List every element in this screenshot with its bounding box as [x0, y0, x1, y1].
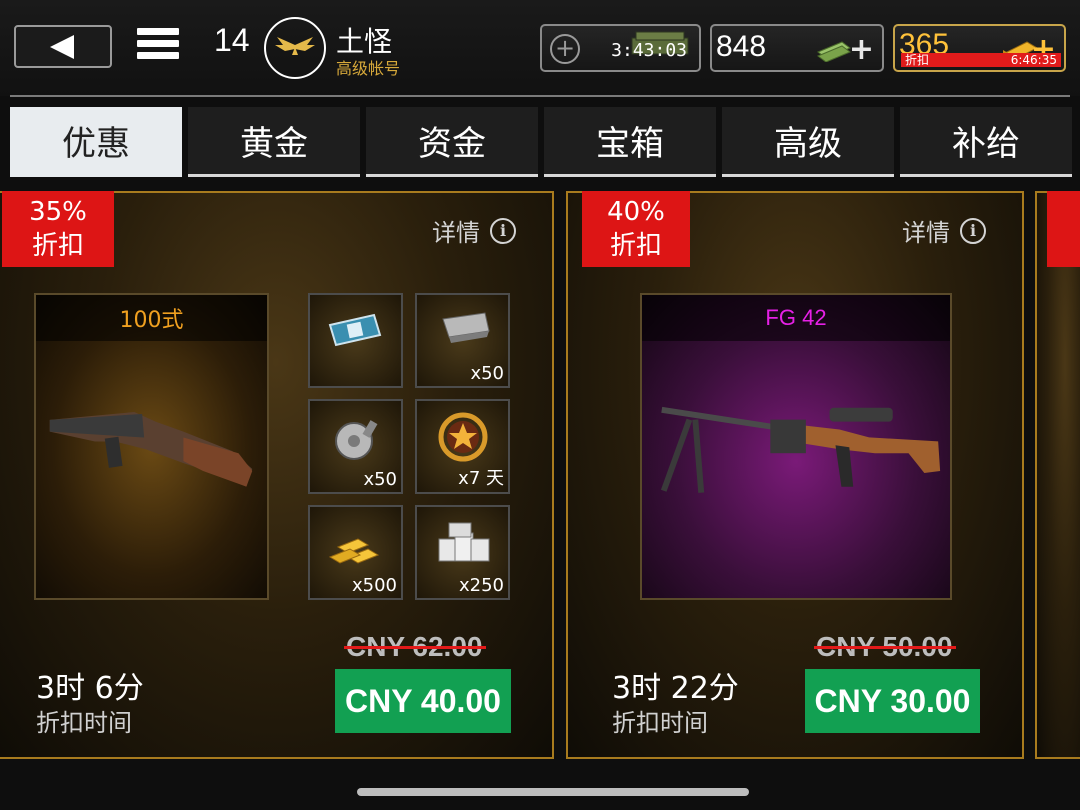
reward-item[interactable]: x500 — [308, 505, 403, 600]
reward-qty: x50 — [470, 363, 504, 384]
discount-badge: 40% 折扣 — [582, 191, 690, 267]
offer-card-partial[interactable] — [1035, 191, 1080, 759]
gold-sale-label: 折扣 — [905, 53, 930, 67]
gold-resource[interactable]: 365 + 折扣 6:46:35 — [893, 24, 1066, 72]
weapon-name: FG 42 — [642, 295, 950, 341]
rifle-weapon-icon — [660, 406, 941, 493]
account-type: 高级帐号 — [336, 59, 401, 78]
shop-tabs: 优惠 黄金 资金 宝箱 高级 补给 — [10, 107, 1080, 177]
back-button[interactable] — [14, 25, 112, 68]
add-cash-icon[interactable]: + — [849, 32, 874, 67]
reward-item[interactable]: x250 — [415, 505, 510, 600]
original-price: CNY 50.00 — [814, 631, 956, 663]
strikethrough — [344, 646, 486, 649]
player-name[interactable]: 土怪 — [336, 20, 392, 60]
gold-sale-strip: 折扣 6:46:35 — [901, 53, 1061, 67]
star-laurel-icon — [438, 412, 488, 462]
reward-item[interactable]: x50 — [415, 293, 510, 388]
reward-item[interactable]: x7 天 — [415, 399, 510, 494]
crate-resource[interactable]: + 3:43:03 — [540, 24, 701, 72]
medal-ribbon-icon — [328, 313, 382, 347]
home-indicator[interactable] — [357, 788, 749, 796]
reward-item[interactable] — [308, 293, 403, 388]
add-icon[interactable]: + — [550, 34, 580, 64]
tab-gold[interactable]: 黄金 — [188, 107, 360, 177]
tab-premium[interactable]: 高级 — [722, 107, 894, 177]
gold-sale-timer: 6:46:35 — [1010, 53, 1057, 67]
cash-icon — [817, 41, 851, 62]
details-label: 详情 — [902, 219, 950, 247]
tab-deals[interactable]: 优惠 — [10, 107, 182, 177]
offer-card[interactable]: 40% 折扣 详情 i FG 42 CNY 50.00 CNY 30.00 3时… — [566, 191, 1024, 759]
player-level: 14 — [214, 22, 250, 58]
tab-funds[interactable]: 资金 — [366, 107, 538, 177]
top-bar: 14 土怪 高级帐号 + 3:43:03 848 + 365 + 折扣 6:46… — [0, 0, 1080, 96]
header-divider — [10, 95, 1070, 97]
smg-weapon-icon — [49, 411, 253, 487]
menu-icon[interactable] — [137, 28, 179, 66]
info-icon: i — [960, 217, 986, 244]
reward-qty: x50 — [363, 469, 397, 490]
time-remaining: 3时 6分 — [36, 671, 144, 706]
reward-qty: x7 天 — [458, 468, 504, 489]
time-remaining: 3时 22分 — [612, 671, 739, 706]
crate-timer: 3:43:03 — [611, 40, 687, 61]
drum-magazine-icon — [335, 420, 378, 460]
reward-item[interactable]: x50 — [308, 399, 403, 494]
discount-percent: 40% — [607, 197, 665, 227]
tab-chests[interactable]: 宝箱 — [544, 107, 716, 177]
buy-button[interactable]: CNY 30.00 — [805, 669, 980, 733]
time-remaining-label: 折扣时间 — [36, 709, 132, 737]
details-link[interactable]: 详情 i — [432, 213, 516, 248]
offer-card[interactable]: 35% 折扣 详情 i 100式 x50 x50 x7 天 x500 x250 … — [0, 191, 554, 759]
info-icon: i — [490, 217, 516, 244]
strikethrough — [814, 646, 956, 649]
discount-badge — [1047, 191, 1080, 267]
back-arrow-icon — [50, 34, 74, 59]
details-link[interactable]: 详情 i — [902, 213, 986, 248]
cash-stacks-icon — [438, 522, 490, 562]
weapon-panel[interactable]: 100式 — [34, 293, 269, 600]
discount-label: 折扣 — [31, 231, 84, 261]
time-remaining-label: 折扣时间 — [612, 709, 708, 737]
weapon-panel[interactable]: FG 42 — [640, 293, 952, 600]
discount-label: 折扣 — [609, 231, 662, 261]
discount-badge: 35% 折扣 — [2, 191, 114, 267]
gold-bars-icon — [328, 538, 380, 564]
details-label: 详情 — [432, 219, 480, 247]
cash-amount: 848 — [716, 30, 767, 63]
rank-wings-icon[interactable] — [264, 17, 326, 79]
cash-resource[interactable]: 848 + — [710, 24, 884, 72]
ammo-clip-icon — [442, 312, 490, 343]
weapon-name: 100式 — [36, 295, 267, 341]
tab-supplies[interactable]: 补给 — [900, 107, 1072, 177]
discount-percent: 35% — [29, 197, 87, 227]
reward-grid: x50 x50 x7 天 x500 x250 — [308, 293, 510, 600]
buy-button[interactable]: CNY 40.00 — [335, 669, 511, 733]
reward-qty: x500 — [351, 575, 397, 596]
reward-qty: x250 — [458, 575, 504, 596]
original-price: CNY 62.00 — [344, 631, 486, 663]
